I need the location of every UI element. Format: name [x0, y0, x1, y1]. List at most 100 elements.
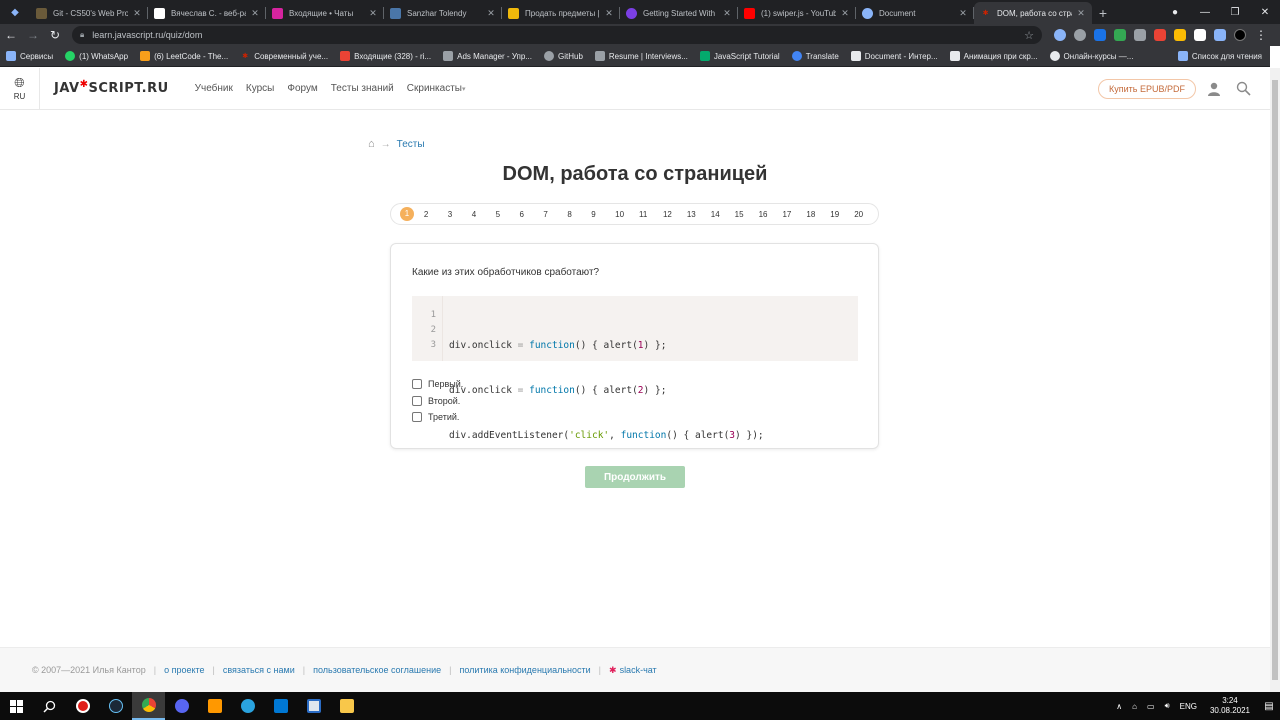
reading-list[interactable]: Список для чтения [1177, 51, 1262, 61]
bookmark-item[interactable]: GitHub [544, 51, 583, 61]
breadcrumb-link-tests[interactable]: Тесты [397, 139, 425, 150]
back-icon[interactable]: ← [0, 28, 22, 42]
user-icon[interactable] [1207, 82, 1221, 96]
menu-dots-icon[interactable]: ⋮ [1250, 28, 1272, 42]
close-icon[interactable]: ✕ [250, 8, 260, 19]
pager-item[interactable]: 4 [472, 210, 496, 219]
bookmark-item[interactable]: (6) LeetCode - The... [140, 51, 228, 61]
tray-chevron-icon[interactable]: ∧ [1116, 702, 1122, 711]
browser-tab[interactable]: Getting Started With ✕ [620, 2, 738, 24]
tab-list-icon[interactable]: ● [1160, 7, 1190, 18]
close-icon[interactable]: ✕ [132, 8, 142, 19]
pager-item[interactable]: 3 [448, 210, 472, 219]
footer-link-slack[interactable]: slack-чат [620, 665, 657, 675]
page-scrollbar[interactable] [1270, 68, 1280, 692]
answer-option-second[interactable]: Второй. [412, 393, 463, 410]
footer-link-about[interactable]: о проекте [164, 665, 204, 675]
minimize-icon[interactable]: — [1190, 7, 1220, 18]
language-switcher[interactable]: 🌐︎ RU [0, 67, 40, 110]
bookmark-star-icon[interactable]: ☆ [1024, 29, 1034, 42]
pager-item[interactable]: 10 [615, 210, 639, 219]
pager-item[interactable]: 19 [830, 210, 854, 219]
pager-item[interactable]: 2 [424, 210, 448, 219]
extension-icon[interactable] [1094, 29, 1106, 41]
bookmark-item[interactable]: Translate [791, 51, 839, 61]
restore-icon[interactable]: ❐ [1220, 7, 1250, 18]
forward-icon[interactable]: → [22, 28, 44, 42]
taskbar-app-sublime[interactable] [198, 692, 231, 720]
profile-avatar[interactable] [1234, 29, 1246, 41]
scrollbar-thumb[interactable] [1272, 80, 1278, 680]
nav-forum[interactable]: Форум [287, 83, 317, 94]
pager-item[interactable]: 17 [782, 210, 806, 219]
taskbar-search-icon[interactable] [33, 692, 66, 720]
nav-courses[interactable]: Курсы [246, 83, 274, 94]
close-icon[interactable]: ✕ [486, 8, 496, 19]
taskbar-app-chrome[interactable] [132, 692, 165, 720]
taskbar-app-vscode[interactable] [264, 692, 297, 720]
continue-button[interactable]: Продолжить [585, 466, 685, 488]
reload-icon[interactable]: ↻ [44, 28, 66, 42]
extension-icon[interactable] [1134, 29, 1146, 41]
browser-tab-active[interactable]: ✱ DOM, работа со стра ✕ [974, 2, 1092, 24]
pager-item[interactable]: 15 [735, 210, 759, 219]
taskbar-app-window[interactable] [297, 692, 330, 720]
footer-link-contact[interactable]: связаться с нами [223, 665, 295, 675]
pager-item[interactable]: 6 [520, 210, 544, 219]
pager-item[interactable]: 13 [687, 210, 711, 219]
pager-item[interactable]: 11 [639, 210, 663, 219]
pager-item[interactable]: 12 [663, 210, 687, 219]
browser-tab[interactable]: Git - CS50's Web Prog ✕ [30, 2, 148, 24]
buy-epub-pdf-button[interactable]: Купить EPUB/PDF [1098, 79, 1196, 99]
lock-icon[interactable]: 🔒︎ [80, 30, 84, 40]
clock[interactable]: 3:24 30.08.2021 [1210, 696, 1250, 716]
browser-tab[interactable]: Вячеслав С. - веб-ра ✕ [148, 2, 266, 24]
bookmark-item[interactable]: Сервисы [6, 51, 53, 61]
checkbox[interactable] [412, 412, 422, 423]
nav-tutorial[interactable]: Учебник [195, 83, 233, 94]
close-icon[interactable]: ✕ [722, 8, 732, 19]
nav-screencasts[interactable]: Скринкасты▾ [407, 83, 466, 94]
bookmark-item[interactable]: JavaScript Tutorial [699, 51, 780, 61]
answer-option-first[interactable]: Первый. [412, 376, 463, 393]
battery-icon[interactable]: ▭ [1147, 702, 1155, 711]
extension-icon[interactable] [1154, 29, 1166, 41]
footer-link-terms[interactable]: пользовательское соглашение [313, 665, 441, 675]
close-window-icon[interactable]: ✕ [1250, 7, 1280, 18]
home-icon[interactable]: ⌂ [368, 138, 375, 150]
pager-item[interactable]: 8 [567, 210, 591, 219]
taskbar-app-telegram[interactable] [231, 692, 264, 720]
bookmark-item[interactable]: (1) WhatsApp [65, 51, 128, 61]
answer-option-third[interactable]: Третий. [412, 409, 463, 426]
close-icon[interactable]: ✕ [840, 8, 850, 19]
bookmark-item[interactable]: ✱ Современный уче... [240, 51, 328, 61]
bookmark-item[interactable]: Resume | Interviews... [594, 51, 688, 61]
bookmark-item[interactable]: Онлайн-курсы —... [1049, 51, 1133, 61]
bookmark-item[interactable]: Анимация при скр... [949, 51, 1038, 61]
extension-icon[interactable] [1174, 29, 1186, 41]
taskbar-app-discord[interactable] [165, 692, 198, 720]
bookmark-item[interactable]: Ads Manager - Упр... [443, 51, 532, 61]
browser-tab[interactable]: Входящие • Чаты ✕ [266, 2, 384, 24]
input-language[interactable]: ENG [1180, 702, 1197, 711]
pager-item[interactable]: 16 [759, 210, 783, 219]
search-icon[interactable] [1236, 81, 1251, 96]
browser-tab[interactable]: (1) swiper.js - YouTub ✕ [738, 2, 856, 24]
close-icon[interactable]: ✕ [958, 8, 968, 19]
extension-icon[interactable] [1074, 29, 1086, 41]
site-logo[interactable]: JAV✱SCRIPT.RU [54, 79, 169, 96]
pager-item[interactable]: 18 [806, 210, 830, 219]
close-icon[interactable]: ✕ [368, 8, 378, 19]
pager-item[interactable]: 9 [591, 210, 615, 219]
browser-tab[interactable]: Sanzhar Tolendy ✕ [384, 2, 502, 24]
pager-item[interactable]: 7 [543, 210, 567, 219]
url-input[interactable]: 🔒︎ learn.javascript.ru/quiz/dom ☆ [72, 26, 1042, 44]
footer-link-privacy[interactable]: политика конфиденциальности [459, 665, 590, 675]
taskbar-app-recorder[interactable] [66, 692, 99, 720]
pager-item[interactable]: 5 [496, 210, 520, 219]
notification-icon[interactable]: ▤ [1258, 692, 1280, 720]
pager-item[interactable]: 20 [854, 210, 878, 219]
start-button[interactable] [0, 692, 33, 720]
taskbar-app-steam[interactable] [99, 692, 132, 720]
close-icon[interactable]: ✕ [1076, 8, 1086, 19]
